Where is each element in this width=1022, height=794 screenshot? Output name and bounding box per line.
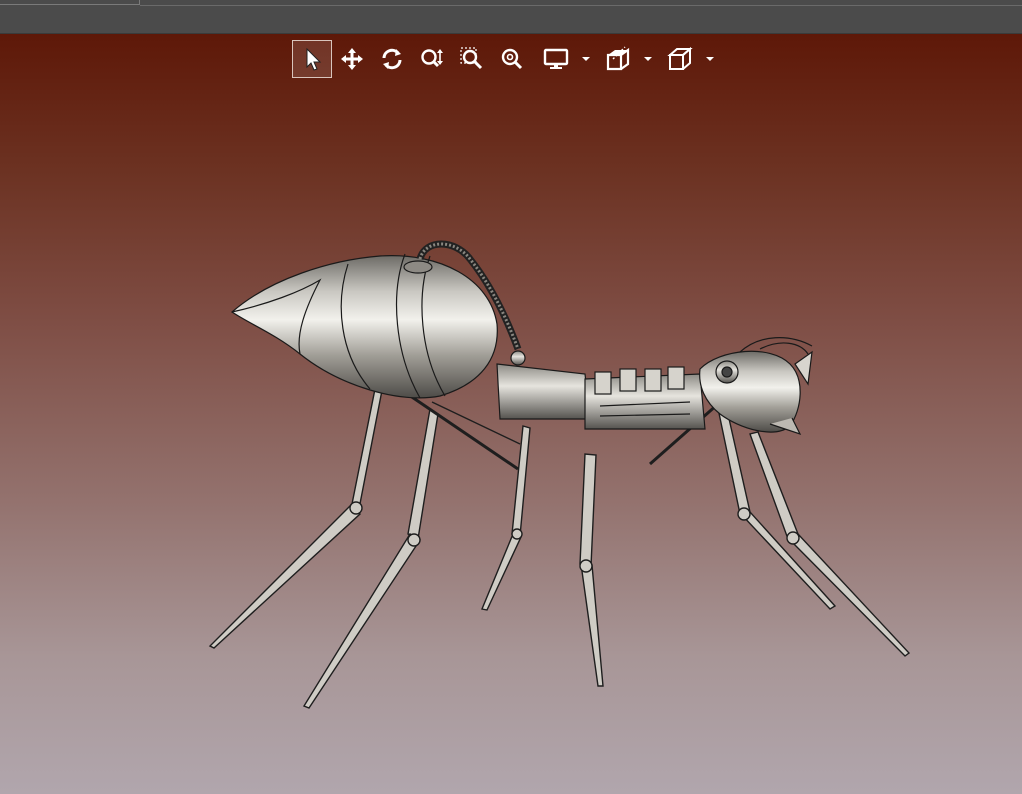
pan-tool-button[interactable] (332, 40, 372, 78)
zoom-tool-button[interactable] (412, 40, 452, 78)
view-toolbar (292, 39, 718, 79)
chevron-down-icon (582, 57, 590, 61)
document-tab[interactable] (0, 0, 140, 5)
zoom-fit-tool-button[interactable] (492, 40, 532, 78)
monitor-icon (543, 48, 569, 69)
mechanical-ant-model[interactable] (0, 34, 1022, 794)
chevron-down-icon (644, 57, 652, 61)
rotate-icon (382, 48, 402, 70)
ant-legs (208, 372, 911, 709)
chevron-down-icon (706, 57, 714, 61)
tab-divider (140, 5, 1022, 6)
view-cube-dropdown[interactable] (656, 40, 718, 78)
3d-viewport[interactable] (0, 34, 1022, 794)
title-bar (0, 0, 1022, 34)
select-tool-button[interactable] (292, 40, 332, 78)
rotate-tool-button[interactable] (372, 40, 412, 78)
section-cut-icon (606, 46, 630, 71)
move-arrows-icon (341, 48, 363, 70)
display-mode-dropdown[interactable] (532, 40, 594, 78)
zoom-updown-icon (421, 49, 443, 68)
ant-body (231, 240, 813, 436)
zoom-window-tool-button[interactable] (452, 40, 492, 78)
section-dropdown[interactable] (594, 40, 656, 78)
zoom-fit-icon (501, 48, 523, 70)
cursor-arrow-icon (306, 47, 322, 71)
cube-icon (667, 46, 693, 70)
zoom-window-icon (460, 47, 483, 70)
